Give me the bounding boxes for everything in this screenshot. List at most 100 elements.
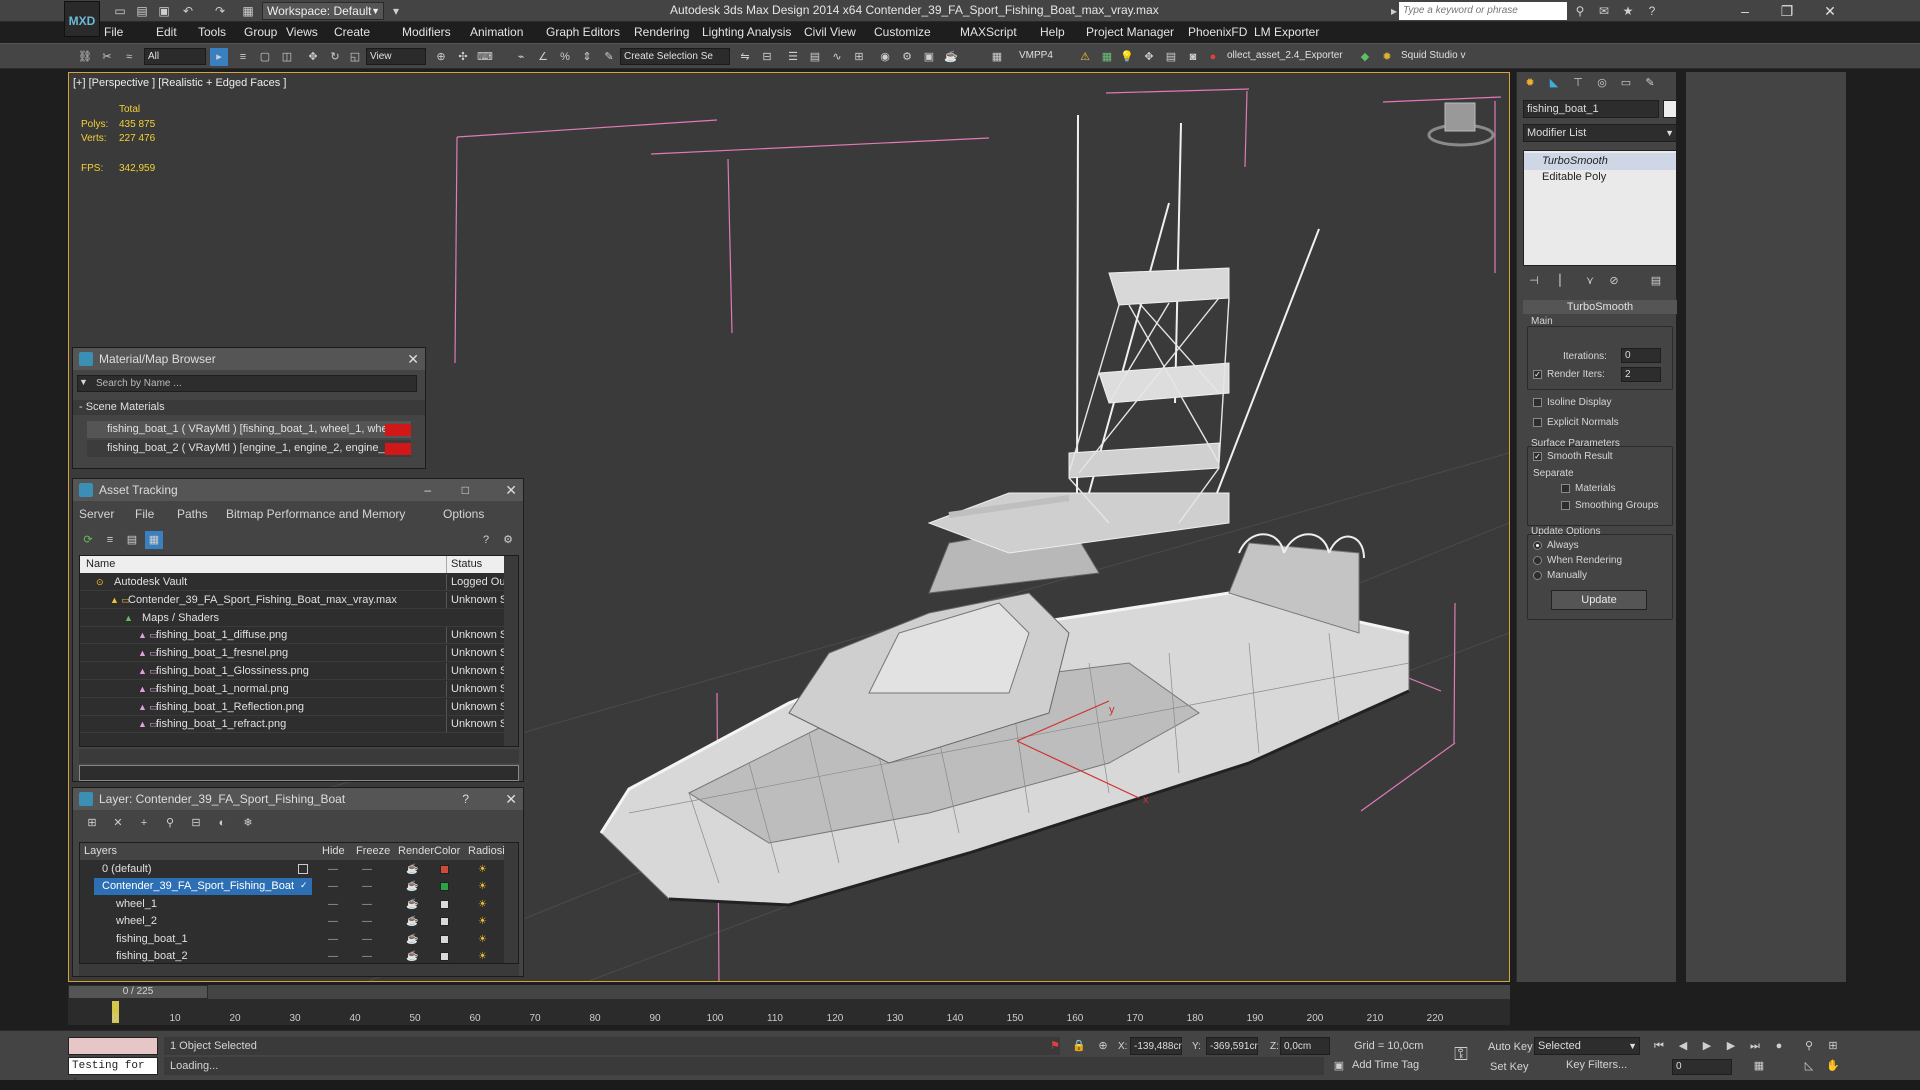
go-to-start-icon[interactable]: ⏮ — [1650, 1037, 1668, 1055]
pin-stack-icon[interactable]: ⊣ — [1525, 272, 1543, 290]
move-icon[interactable]: ✥ — [304, 48, 322, 66]
time-tag-icon[interactable]: ▣ — [1330, 1057, 1348, 1075]
help-icon[interactable]: ? — [1644, 3, 1660, 19]
isolate-selection-icon[interactable]: ⚑ — [1046, 1037, 1064, 1055]
current-layer-indicator[interactable] — [298, 864, 308, 874]
time-configuration-icon[interactable]: ▦ — [1750, 1057, 1768, 1075]
asset-row[interactable]: ⊙ Autodesk Vault Logged Out — [80, 574, 518, 591]
render-toggle-icon[interactable]: ☕ — [406, 896, 418, 913]
menu-rendering[interactable]: Rendering — [634, 25, 689, 39]
vault-settings-icon[interactable]: ⚙ — [499, 531, 517, 549]
save-icon[interactable]: ▣ — [156, 3, 172, 19]
hide-column-header[interactable]: Hide — [322, 843, 345, 860]
object-name-field[interactable]: fishing_boat_1 — [1523, 100, 1659, 118]
asset-row[interactable]: ▲ ▭ fishing_boat_1_Glossiness.png Unknown … — [80, 663, 518, 680]
add-to-layer-icon[interactable]: + — [135, 814, 153, 832]
pivot-center-icon[interactable]: ⊕ — [432, 48, 450, 66]
utilities-tab-icon[interactable]: ✎ — [1641, 74, 1659, 92]
time-slider[interactable]: 0 / 225 — [68, 985, 208, 999]
menu-graph-editors[interactable]: Graph Editors — [546, 25, 620, 39]
freeze-all-layers-icon[interactable]: ❄ — [239, 814, 257, 832]
table-view-icon[interactable]: ▦ — [145, 531, 163, 549]
layer-row[interactable]: 0 (default) — — ☕ ☀ — [80, 861, 518, 878]
percent-snap-icon[interactable]: % — [556, 48, 574, 66]
render-setup-icon[interactable]: ⚙ — [898, 48, 916, 66]
hide-toggle-icon[interactable]: — — [328, 948, 338, 965]
collect-asset-icon[interactable]: ● — [1204, 48, 1222, 66]
asset-vertical-scrollbar[interactable] — [504, 556, 518, 746]
schematic-view-icon[interactable]: ⊞ — [850, 48, 868, 66]
create-tab-icon[interactable]: ✹ — [1521, 74, 1539, 92]
key-filters-button[interactable]: Key Filters... — [1566, 1059, 1627, 1071]
zoom-icon[interactable]: ⚲ — [1800, 1037, 1818, 1055]
layer-color-swatch[interactable] — [440, 882, 449, 892]
asset-menu-server[interactable]: Server — [79, 507, 114, 521]
freeze-toggle-icon[interactable]: — — [362, 931, 372, 948]
radiosity-column-header[interactable]: Radiosi — [468, 843, 505, 860]
make-unique-icon[interactable]: ⋎ — [1581, 272, 1599, 290]
set-key-icon[interactable]: ⚿ — [1452, 1045, 1470, 1063]
redo-icon[interactable]: ↷ — [212, 3, 228, 19]
mirror-icon[interactable]: ⇋ — [736, 48, 754, 66]
spinner-snap-icon[interactable]: ⇕ — [578, 48, 596, 66]
hide-toggle-icon[interactable]: — — [328, 896, 338, 913]
render-toggle-icon[interactable]: ☕ — [406, 861, 418, 878]
keyboard-shortcut-icon[interactable]: ⌨ — [476, 48, 494, 66]
menu-phoenixfd[interactable]: PhoenixFD — [1188, 25, 1247, 39]
scene-converter-icon[interactable]: ▦ — [1098, 48, 1116, 66]
absolute-mode-icon[interactable]: ⊕ — [1094, 1037, 1112, 1055]
warning-icon[interactable]: ⚠ — [1076, 48, 1094, 66]
set-key-button[interactable]: Set Key — [1490, 1061, 1529, 1073]
layer-row[interactable]: Contender_39_FA_Sport_Fishing_Boat ✓ — — ☕ ☀ — [80, 878, 518, 896]
layer-manager-titlebar[interactable]: Layer: Contender_39_FA_Sport_Fishing_Boa… — [73, 788, 523, 810]
menu-lighting-analysis[interactable]: Lighting Analysis — [702, 25, 791, 39]
menu-lm-exporter[interactable]: LM Exporter — [1254, 25, 1319, 39]
stack-item-editable-poly[interactable]: Editable Poly — [1524, 169, 1676, 186]
graphite-tools-icon[interactable]: ▤ — [806, 48, 824, 66]
render-iters-checkbox[interactable]: ✓ — [1533, 370, 1542, 379]
maximize-icon[interactable]: ❐ — [1772, 1, 1802, 21]
asset-row[interactable]: ▲ ▭fishing_boat_1_refract.png Unknown St — [80, 716, 518, 734]
project-folder-icon[interactable]: ▦ — [240, 3, 256, 19]
menu-civil-view[interactable]: Civil View — [804, 25, 856, 39]
curve-editor-icon[interactable]: ∿ — [828, 48, 846, 66]
camera-icon[interactable]: ◙ — [1184, 48, 1202, 66]
selection-filter-dropdown[interactable]: All — [144, 48, 206, 65]
asset-menu-options[interactable]: Options — [443, 507, 484, 521]
stack-item-turbosmooth[interactable]: TurboSmooth — [1524, 153, 1676, 170]
current-frame-field[interactable]: 0 — [1672, 1059, 1732, 1075]
select-by-name-icon[interactable]: ≡ — [234, 48, 252, 66]
highlight-selected-icon[interactable]: ⊟ — [187, 814, 205, 832]
rollout-header[interactable]: TurboSmooth — [1523, 300, 1677, 314]
asset-menu-paths[interactable]: Paths — [177, 507, 208, 521]
asset-row[interactable]: ▲ ▭ fishing_boat_1_Reflection.png Unknown … — [80, 698, 518, 716]
undo-icon[interactable]: ↶ — [180, 3, 196, 19]
freeze-toggle-icon[interactable]: — — [362, 913, 372, 930]
display-tab-icon[interactable]: ▭ — [1617, 74, 1635, 92]
render-production-icon[interactable]: ☕ — [942, 48, 960, 66]
field-of-view-icon[interactable]: ◺ — [1800, 1057, 1818, 1075]
play-icon[interactable]: ▶ — [1698, 1037, 1716, 1055]
menu-modifiers[interactable]: Modifiers — [402, 25, 451, 39]
search-options-icon[interactable]: ▼ — [79, 377, 88, 387]
app-logo[interactable]: MXD — [64, 1, 100, 37]
rectangular-selection-icon[interactable]: ▢ — [256, 48, 274, 66]
scene-materials-header[interactable]: - Scene Materials — [73, 400, 425, 415]
asset-menu-file[interactable]: File — [135, 507, 154, 521]
layer-color-swatch[interactable] — [440, 952, 449, 961]
edit-named-selection-icon[interactable]: ✎ — [600, 48, 618, 66]
update-manually-radio[interactable] — [1533, 571, 1542, 580]
workspace-menu-icon[interactable]: ▾ — [388, 3, 404, 19]
menu-maxscript[interactable]: MAXScript — [960, 25, 1017, 39]
selection-lock-icon[interactable]: 🔒 — [1070, 1037, 1088, 1055]
freeze-toggle-icon[interactable]: — — [362, 896, 372, 913]
render-toggle-icon[interactable]: ☕ — [406, 948, 418, 965]
exporter-go-icon[interactable]: ◆ — [1356, 48, 1374, 66]
communication-center-icon[interactable]: ✉ — [1596, 3, 1612, 19]
hide-toggle-icon[interactable]: — — [328, 931, 338, 948]
render-iters-spinner[interactable]: 2 — [1621, 367, 1661, 382]
material-editor-icon[interactable]: ◉ — [876, 48, 894, 66]
menu-views[interactable]: Views — [286, 25, 318, 39]
close-icon[interactable]: ✕ — [505, 788, 517, 810]
layer-vertical-scrollbar[interactable] — [504, 843, 518, 963]
